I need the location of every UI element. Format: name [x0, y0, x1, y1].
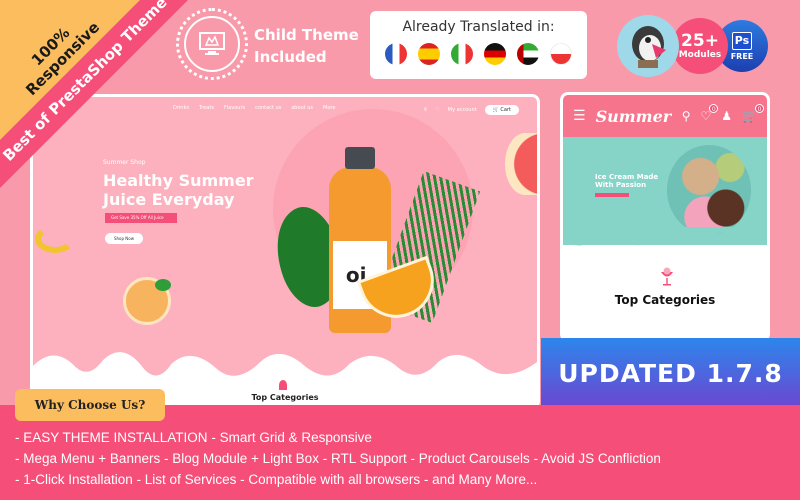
account-link[interactable]: My account: [448, 107, 477, 113]
feature-item: and Many More...: [432, 472, 538, 487]
nav-item-more[interactable]: More: [323, 105, 335, 111]
feature-item: List of Services: [144, 472, 241, 487]
wishlist-icon[interactable]: ♡ 0: [701, 104, 719, 123]
nav-item-treats[interactable]: Treats: [199, 105, 214, 111]
grapefruit-image: [505, 133, 537, 195]
cart-label: Cart: [500, 107, 511, 113]
nav-item-drinks[interactable]: Drinks: [173, 105, 189, 111]
mint-leaf-image: [155, 279, 171, 291]
feature-item: EASY THEME INSTALLATION: [23, 430, 212, 445]
italian-flag-icon: [451, 43, 473, 65]
mobile-hero-text: Ice Cream Made With Passion: [595, 173, 658, 189]
feature-separator: -: [211, 430, 220, 445]
child-theme-line2: Included: [254, 48, 327, 66]
translated-title: Already Translated in:: [402, 19, 555, 35]
french-flag-icon: [385, 43, 407, 65]
ice-cream-scoops-image: [667, 145, 751, 235]
modules-label: Modules: [678, 50, 722, 60]
prestashop-puffin-badge: [617, 15, 679, 77]
summer-logo[interactable]: Summer: [596, 107, 672, 126]
wishlist-count: 0: [709, 104, 719, 113]
search-icon[interactable]: ⚲: [424, 107, 428, 113]
child-theme-text: Child Theme Included: [254, 24, 359, 68]
translated-box: Already Translated in:: [370, 11, 587, 79]
user-icon[interactable]: ♟: [721, 109, 732, 123]
hero-headline-line1: Healthy Summer: [103, 171, 254, 190]
nav-item-about[interactable]: about us: [291, 105, 313, 111]
why-choose-us-label: Why Choose Us?: [15, 389, 165, 421]
mobile-top-categories-title: Top Categories: [614, 293, 716, 307]
feature-separator: -: [163, 451, 173, 466]
hero-promo-banner: Get Save 35% Off All Juice: [105, 213, 177, 223]
feature-separator: -: [423, 472, 433, 487]
ice-cream-cup-icon: [661, 267, 673, 286]
updated-version-banner: UPDATED 1.7.8: [541, 338, 800, 408]
desktop-nav: Drinks Treats Flavours contact us about …: [173, 105, 335, 111]
feature-separator: -: [322, 451, 331, 466]
nav-item-flavours[interactable]: Flavours: [224, 105, 245, 111]
feature-item: Blog Module + Light Box: [172, 451, 323, 466]
polish-flag-icon: [550, 43, 572, 65]
nav-item-contact[interactable]: contact us: [255, 105, 281, 111]
feature-item: 1-Click Installation: [23, 472, 137, 487]
mobile-drip-divider: [563, 227, 767, 246]
hero-headline-line2: Juice Everyday: [103, 190, 235, 209]
shop-now-button[interactable]: Shop Now: [105, 233, 143, 244]
feature-separator: -: [15, 472, 24, 487]
hero-subtitle: Summer Shop: [103, 159, 146, 166]
feature-item: RTL Support: [330, 451, 411, 466]
desktop-header-actions: ⚲ ♡ My account 🛒 Cart: [424, 105, 519, 115]
cart-icon[interactable]: 🛒 0: [742, 104, 764, 123]
feature-separator: -: [15, 430, 24, 445]
cart-button[interactable]: 🛒 Cart: [484, 105, 519, 115]
feature-item: Compatible with all browsers: [248, 472, 424, 487]
features-list: - EASY THEME INSTALLATION - Smart Grid &…: [15, 427, 661, 490]
ice-cream-cup-icon: [279, 380, 287, 390]
mobile-preview: ☰ Summer ⚲ ♡ 0 ♟ 🛒 0 Ice Cream Made With P…: [560, 92, 770, 342]
prestashop-puffin-icon: [632, 26, 666, 68]
child-theme-badge: [176, 8, 248, 80]
feature-separator: -: [136, 472, 145, 487]
modules-badge: 25+ Modules: [672, 18, 728, 74]
flag-list: [370, 43, 587, 65]
feature-line: - 1-Click Installation - List of Service…: [15, 469, 661, 490]
feature-item: Product Carousels: [418, 451, 534, 466]
monitor-icon: [199, 32, 225, 55]
child-theme-line1: Child Theme: [254, 26, 359, 44]
photoshop-icon: Ps: [732, 31, 752, 50]
feature-line: - EASY THEME INSTALLATION - Smart Grid &…: [15, 427, 661, 448]
feature-item: Smart Grid & Responsive: [219, 430, 372, 445]
wishlist-icon[interactable]: ♡: [435, 107, 439, 113]
uae-flag-icon: [517, 43, 539, 65]
feature-item: Mega Menu + Banners: [23, 451, 164, 466]
feature-line: - Mega Menu + Banners - Blog Module + Li…: [15, 448, 661, 469]
feature-item: Avoid JS Confliction: [541, 451, 661, 466]
feature-separator: -: [15, 451, 24, 466]
mobile-hero-line2: With Passion: [595, 181, 647, 189]
hero-headline: Healthy Summer Juice Everyday: [103, 171, 254, 209]
spanish-flag-icon: [418, 43, 440, 65]
feature-separator: -: [410, 451, 419, 466]
mobile-hero-line1: Ice Cream Made: [595, 173, 659, 181]
feature-separator: -: [533, 451, 542, 466]
cart-count: 0: [755, 104, 764, 113]
search-icon[interactable]: ⚲: [682, 109, 691, 123]
hamburger-menu-icon[interactable]: ☰: [573, 108, 586, 124]
mobile-header: ☰ Summer ⚲ ♡ 0 ♟ 🛒 0: [563, 95, 767, 137]
lemon-peel-image: [35, 225, 75, 253]
modules-count: 25+: [681, 31, 719, 51]
ps-free-label: FREE: [730, 51, 754, 61]
mobile-hero-promo: [595, 193, 629, 197]
german-flag-icon: [484, 43, 506, 65]
